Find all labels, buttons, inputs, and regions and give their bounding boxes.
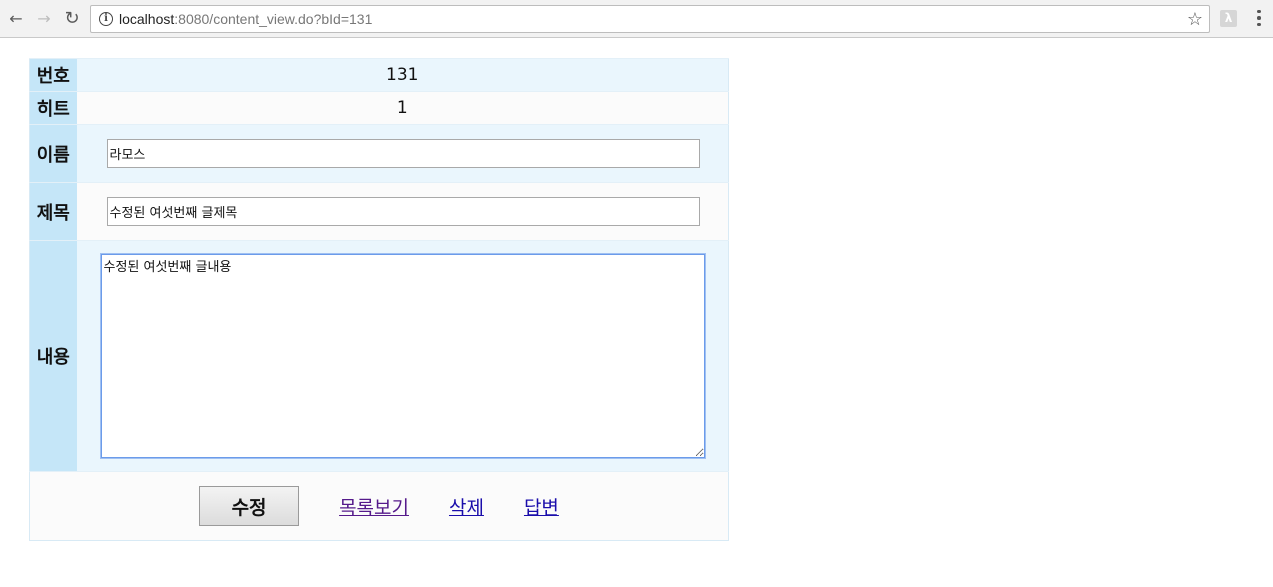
title-label: 제목 [29,182,77,241]
url-path: :8080/content_view.do?bId=131 [174,11,373,27]
content-row: 내용 수정된 여섯번째 글내용 [29,240,729,472]
back-arrow-icon[interactable]: ← [7,9,25,28]
actions-cell: 수정 목록보기 삭제 답변 [29,471,729,541]
hit-value: 1 [76,91,729,125]
pdf-extension-icon[interactable]: λ [1220,10,1237,27]
name-input[interactable] [106,139,700,168]
name-cell [76,124,729,183]
list-view-link[interactable]: 목록보기 [339,493,409,520]
reload-icon[interactable]: ↻ [63,8,81,29]
delete-link[interactable]: 삭제 [449,493,484,520]
modify-button[interactable]: 수정 [199,486,300,526]
title-input[interactable] [106,197,700,226]
content-cell: 수정된 여섯번째 글내용 [76,240,729,472]
content-form-table: 번호 131 히트 1 이름 제목 내용 수정된 여섯번째 글내용 수정 목록보… [29,58,729,541]
number-row: 번호 131 [29,58,729,92]
info-icon[interactable]: i [99,12,113,26]
number-label: 번호 [29,58,77,92]
content-label: 내용 [29,240,77,472]
bookmark-star-icon[interactable]: ☆ [1187,9,1203,30]
name-label: 이름 [29,124,77,183]
number-value: 131 [76,58,729,92]
menu-kebab-icon[interactable] [1255,8,1263,28]
url-text[interactable]: localhost:8080/content_view.do?bId=131 [119,11,372,27]
reply-link[interactable]: 답변 [524,493,559,520]
actions-bar: 수정 목록보기 삭제 답변 [30,486,728,526]
address-bar[interactable]: i localhost:8080/content_view.do?bId=131… [90,5,1210,33]
forward-arrow-icon[interactable]: → [35,9,53,28]
title-row: 제목 [29,182,729,241]
name-row: 이름 [29,124,729,183]
url-host: localhost [119,11,175,27]
hit-row: 히트 1 [29,91,729,125]
actions-row: 수정 목록보기 삭제 답변 [29,471,729,541]
title-cell [76,182,729,241]
content-textarea[interactable]: 수정된 여섯번째 글내용 [99,253,706,459]
hit-label: 히트 [29,91,77,125]
browser-toolbar: ← → ↻ i localhost:8080/content_view.do?b… [0,0,1273,38]
